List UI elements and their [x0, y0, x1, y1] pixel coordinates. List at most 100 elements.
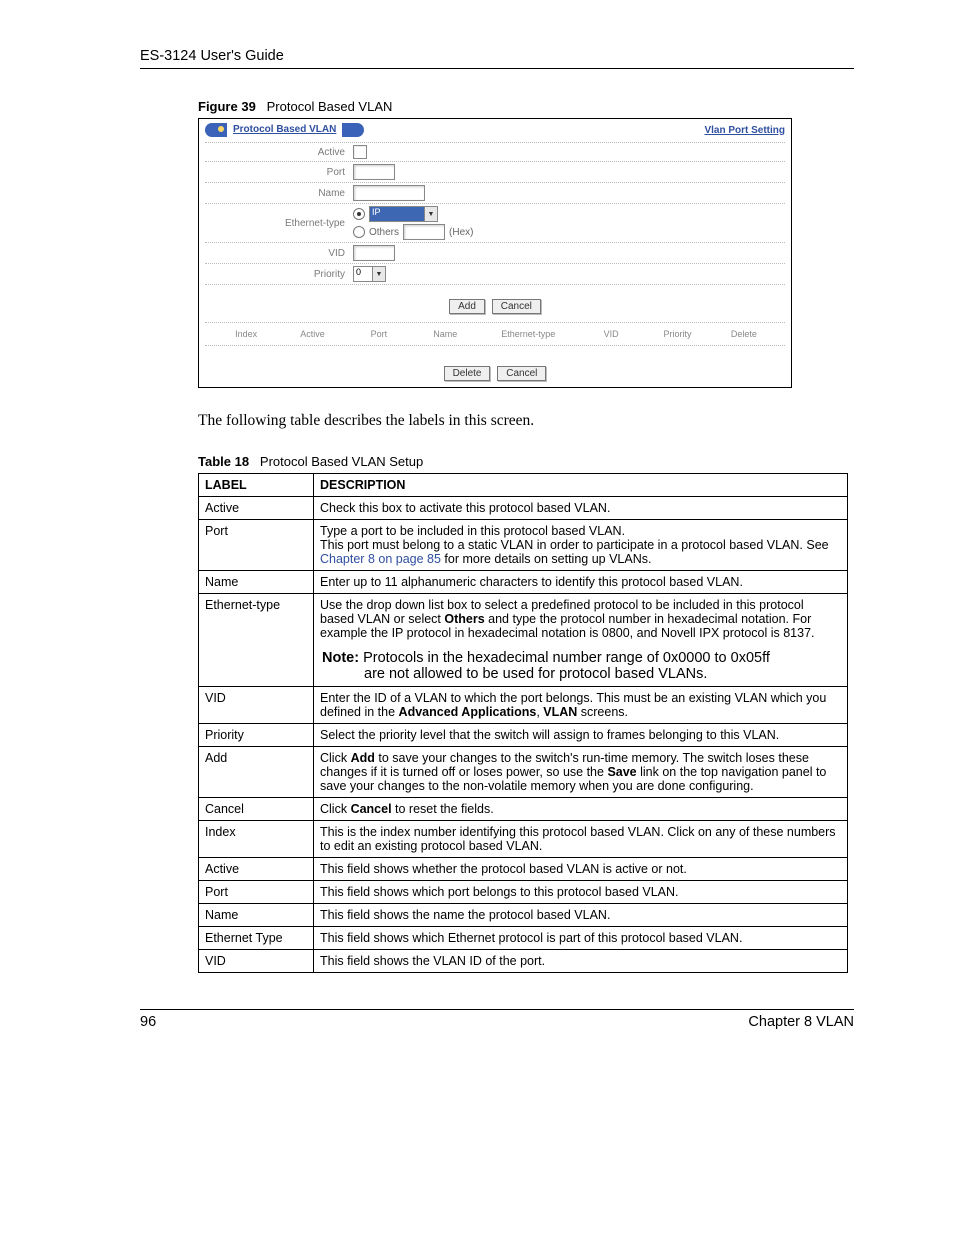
table-row: VID Enter the ID of a VLAN to which the …	[199, 687, 848, 724]
header-rule	[140, 68, 854, 69]
cell-label: Index	[199, 821, 314, 858]
table-row: Cancel Click Cancel to reset the fields.	[199, 798, 848, 821]
table-row: Index This is the index number identifyi…	[199, 821, 848, 858]
table-caption: Table 18 Protocol Based VLAN Setup	[198, 454, 854, 469]
table-caption-label: Table 18	[198, 454, 249, 469]
pill-decoration-right-icon	[342, 123, 364, 137]
others-hex-input[interactable]	[403, 224, 445, 240]
label-eth-type: Ethernet-type	[205, 218, 353, 229]
footer-rule	[140, 1009, 854, 1010]
label-port: Port	[205, 167, 353, 178]
figure-screenshot: Protocol Based VLAN Vlan Port Setting Ac…	[198, 118, 792, 388]
cell-label: Active	[199, 858, 314, 881]
table-row: Ethernet Type This field shows which Eth…	[199, 927, 848, 950]
col-name: Name	[412, 329, 478, 339]
cell-label: Ethernet-type	[199, 594, 314, 687]
cell-label: Port	[199, 881, 314, 904]
cell-label: Priority	[199, 724, 314, 747]
name-input[interactable]	[353, 185, 425, 201]
note-text: Protocols in the hexadecimal number rang…	[359, 650, 770, 666]
cell-label: Name	[199, 571, 314, 594]
vid-input[interactable]	[353, 245, 395, 261]
bold-text: Others	[444, 612, 484, 626]
cell-desc: Click Cancel to reset the fields.	[314, 798, 848, 821]
table-row: Active Check this box to activate this p…	[199, 497, 848, 520]
label-hex: (Hex)	[449, 227, 473, 238]
add-button[interactable]: Add	[449, 299, 485, 314]
cell-label: Port	[199, 520, 314, 571]
pill-decoration-left-icon	[205, 123, 227, 137]
th-label: LABEL	[199, 474, 314, 497]
active-checkbox[interactable]	[353, 145, 367, 159]
col-del: Delete	[711, 329, 777, 339]
text: to reset the fields.	[392, 802, 494, 816]
note-text: are not allowed to be used for protocol …	[322, 666, 841, 682]
text: Click	[320, 751, 351, 765]
label-vid: VID	[205, 248, 353, 259]
chevron-down-icon[interactable]: ▼	[424, 207, 437, 221]
table-row: Priority Select the priority level that …	[199, 724, 848, 747]
bold-text: Cancel	[351, 802, 392, 816]
cell-label: VID	[199, 687, 314, 724]
text: This port must belong to a static VLAN i…	[320, 538, 829, 552]
table-row: Add Click Add to save your changes to th…	[199, 747, 848, 798]
col-port: Port	[346, 329, 412, 339]
label-others: Others	[369, 227, 399, 238]
chevron-down-icon[interactable]: ▼	[372, 267, 385, 281]
figure-panel-title: Protocol Based VLAN	[205, 123, 364, 137]
cancel-button[interactable]: Cancel	[492, 299, 541, 314]
description-table: LABEL DESCRIPTION Active Check this box …	[198, 473, 848, 973]
cell-desc: Enter the ID of a VLAN to which the port…	[314, 687, 848, 724]
table-row: Port Type a port to be included in this …	[199, 520, 848, 571]
label-priority: Priority	[205, 269, 353, 280]
column-header-row: Index Active Port Name Ethernet-type VID…	[205, 322, 785, 346]
table-row: VID This field shows the VLAN ID of the …	[199, 950, 848, 973]
th-desc: DESCRIPTION	[314, 474, 848, 497]
cell-label: Name	[199, 904, 314, 927]
table-row: Name This field shows the name the proto…	[199, 904, 848, 927]
port-input[interactable]	[353, 164, 395, 180]
figure-caption-text: Protocol Based VLAN	[267, 99, 393, 114]
col-pri: Priority	[644, 329, 710, 339]
priority-select[interactable]: 0▼	[353, 266, 386, 282]
text: screens.	[577, 705, 628, 719]
cell-desc: This field shows the name the protocol b…	[314, 904, 848, 927]
cell-desc: This is the index number identifying thi…	[314, 821, 848, 858]
radio-ip[interactable]	[353, 208, 365, 220]
cell-desc: Check this box to activate this protocol…	[314, 497, 848, 520]
cell-desc: This field shows which port belongs to t…	[314, 881, 848, 904]
col-index: Index	[213, 329, 279, 339]
intro-text: The following table describes the labels…	[198, 412, 854, 430]
table-row: Active This field shows whether the prot…	[199, 858, 848, 881]
text: Type a port to be included in this proto…	[320, 524, 625, 538]
text: for more details on setting up VLANs.	[441, 552, 652, 566]
radio-others[interactable]	[353, 226, 365, 238]
delete-button[interactable]: Delete	[444, 366, 491, 381]
cell-desc: Type a port to be included in this proto…	[314, 520, 848, 571]
chapter-link[interactable]: Chapter 8 on page 85	[320, 552, 441, 566]
vlan-port-setting-link[interactable]: Vlan Port Setting	[704, 125, 785, 136]
bold-text: Save	[607, 765, 636, 779]
cell-label: Active	[199, 497, 314, 520]
cell-label: VID	[199, 950, 314, 973]
eth-type-select[interactable]: IP▼	[369, 206, 438, 222]
note-block: Note: Protocols in the hexadecimal numbe…	[320, 650, 841, 682]
figure-caption: Figure 39 Protocol Based VLAN	[198, 99, 854, 114]
cell-desc: This field shows the VLAN ID of the port…	[314, 950, 848, 973]
cell-desc: Use the drop down list box to select a p…	[314, 594, 848, 687]
table-row: Name Enter up to 11 alphanumeric charact…	[199, 571, 848, 594]
text: Click	[320, 802, 351, 816]
bold-text: Add	[351, 751, 375, 765]
cancel-button-2[interactable]: Cancel	[497, 366, 546, 381]
table-header-row: LABEL DESCRIPTION	[199, 474, 848, 497]
cell-desc: This field shows whether the protocol ba…	[314, 858, 848, 881]
figure-caption-label: Figure 39	[198, 99, 256, 114]
cell-label: Cancel	[199, 798, 314, 821]
panel-title-text: Protocol Based VLAN	[227, 123, 342, 137]
table-caption-text: Protocol Based VLAN Setup	[260, 454, 423, 469]
page-number: 96	[140, 1014, 156, 1030]
cell-label: Add	[199, 747, 314, 798]
label-name: Name	[205, 188, 353, 199]
col-vid: VID	[578, 329, 644, 339]
bold-text: Advanced Applications	[399, 705, 537, 719]
